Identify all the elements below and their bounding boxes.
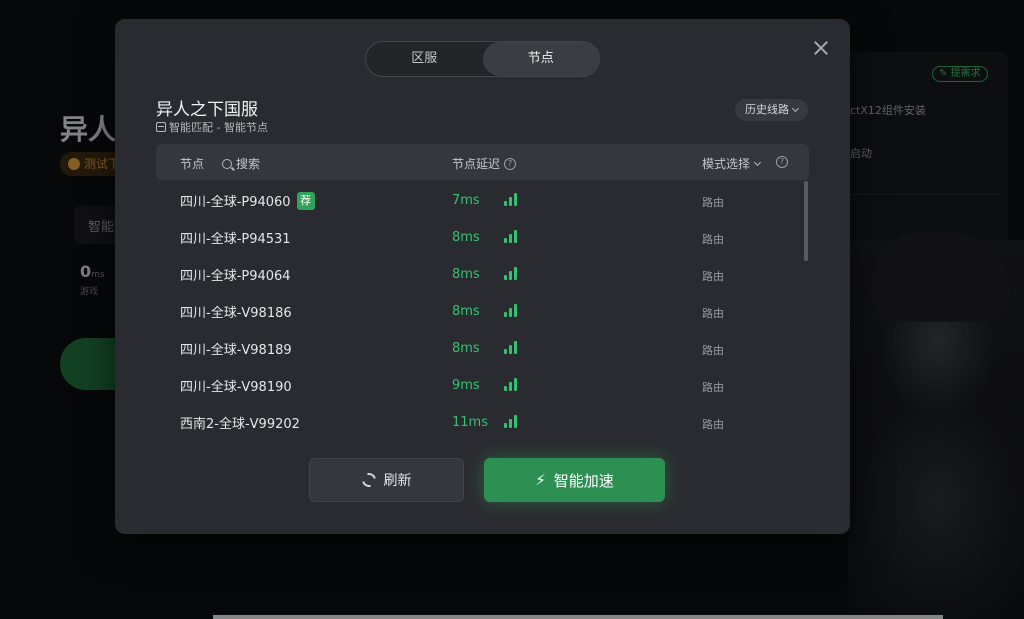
mode-select-dropdown[interactable]: 模式选择	[702, 155, 762, 172]
node-name-text: 四川-全球-P94060	[180, 195, 291, 210]
node-name: 四川-全球-V98186	[180, 306, 292, 321]
node-latency: 8ms	[452, 304, 480, 319]
game-name: 异人之下国服	[156, 100, 258, 120]
node-latency: 9ms	[452, 378, 480, 393]
node-mode: 路由	[702, 196, 724, 209]
table-row[interactable]: 四川-全球-P94064 8ms 路由	[156, 255, 801, 292]
node-latency: 8ms	[452, 267, 480, 282]
chevron-down-icon	[753, 158, 762, 166]
signal-icon	[504, 414, 518, 428]
signal-icon	[504, 229, 518, 243]
node-mode: 路由	[702, 270, 724, 283]
node-name: 四川-全球-P94060 荐	[180, 191, 315, 210]
node-mode: 路由	[702, 418, 724, 431]
node-latency: 8ms	[452, 341, 480, 356]
node-name: 四川-全球-P94531	[180, 232, 291, 247]
node-latency: 11ms	[452, 415, 488, 430]
help-icon[interactable]: ?	[776, 156, 788, 168]
table-row[interactable]: 四川-全球-V98189 8ms 路由	[156, 329, 801, 366]
refresh-button[interactable]: 刷新	[309, 458, 464, 502]
lightning-icon: ⚡	[535, 471, 546, 489]
node-name: 四川-全球-V98189	[180, 343, 292, 358]
list-scrollbar[interactable]	[804, 181, 808, 261]
help-icon[interactable]: ?	[504, 157, 517, 170]
node-mode: 路由	[702, 307, 724, 320]
search-icon	[222, 158, 232, 169]
column-latency-label: 节点延迟	[452, 157, 501, 171]
column-node: 节点	[180, 157, 205, 171]
chevron-down-icon	[791, 104, 800, 113]
node-latency: 7ms	[452, 193, 480, 208]
search-button[interactable]: 搜索	[222, 155, 260, 172]
signal-icon	[504, 192, 518, 206]
table-row[interactable]: 西南2-全球-V99202 11ms 路由	[156, 403, 801, 440]
history-routes-button[interactable]: 历史线路	[735, 99, 808, 121]
tab-switcher: 区服 节点	[365, 41, 600, 77]
recommended-badge: 荐	[296, 191, 315, 210]
signal-icon	[504, 340, 518, 354]
history-routes-label: 历史线路	[745, 103, 789, 116]
column-latency: 节点延迟 ?	[452, 155, 517, 172]
table-row[interactable]: 四川-全球-V98186 8ms 路由	[156, 292, 801, 329]
node-latency: 8ms	[452, 230, 480, 245]
tab-server[interactable]: 区服	[366, 42, 483, 76]
signal-icon	[504, 266, 518, 280]
table-row[interactable]: 四川-全球-V98190 9ms 路由	[156, 366, 801, 403]
match-info-text: 智能匹配 - 智能节点	[169, 121, 268, 134]
signal-icon	[504, 303, 518, 317]
refresh-label: 刷新	[383, 473, 412, 489]
close-icon[interactable]	[812, 39, 830, 57]
smart-accelerate-button[interactable]: ⚡ 智能加速	[484, 458, 665, 502]
node-name: 西南2-全球-V99202	[180, 417, 300, 432]
column-mode-label: 模式选择	[702, 157, 751, 171]
server-icon	[156, 122, 166, 132]
refresh-icon	[358, 470, 379, 490]
tab-node[interactable]: 节点	[482, 42, 599, 76]
node-list: 四川-全球-P94060 荐 7ms 路由 四川-全球-P94531 8ms 路…	[156, 181, 809, 443]
node-table-header: 节点 搜索 节点延迟 ? 模式选择 ?	[156, 144, 809, 180]
match-info: 智能匹配 - 智能节点	[156, 119, 268, 135]
node-mode: 路由	[702, 381, 724, 394]
table-row[interactable]: 四川-全球-P94060 荐 7ms 路由	[156, 181, 801, 218]
accelerate-label: 智能加速	[553, 471, 614, 490]
signal-icon	[504, 377, 518, 391]
node-mode: 路由	[702, 344, 724, 357]
node-select-modal: 区服 节点 异人之下国服 智能匹配 - 智能节点 历史线路 节点 搜索 节点延迟…	[115, 19, 850, 534]
node-name: 四川-全球-V98190	[180, 380, 292, 395]
table-row[interactable]: 四川-全球-P94531 8ms 路由	[156, 218, 801, 255]
node-mode: 路由	[702, 233, 724, 246]
search-label: 搜索	[236, 157, 261, 171]
node-name: 四川-全球-P94064	[180, 269, 291, 284]
